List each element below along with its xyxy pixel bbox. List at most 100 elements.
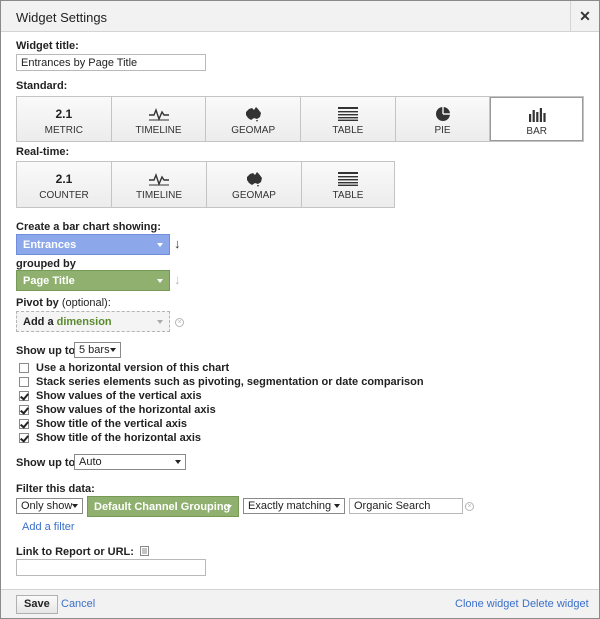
grouped-by-label: grouped by: [16, 258, 76, 270]
table-icon: [337, 107, 358, 121]
dimension-word: dimension: [56, 316, 112, 328]
standard-bar-button[interactable]: BAR: [490, 97, 584, 141]
bar-chart-showing-label: Create a bar chart showing:: [16, 221, 161, 233]
close-icon: ✕: [579, 8, 591, 24]
chevron-down-icon: [72, 504, 78, 508]
table-icon: [338, 172, 358, 186]
realtime-label: Real-time:: [16, 146, 70, 158]
option-label: Stack series elements such as pivoting, …: [36, 376, 424, 388]
clear-filter-icon[interactable]: ×: [465, 502, 474, 511]
widget-title-label: Widget title:: [16, 40, 79, 52]
option-vertical-axis-title[interactable]: Show title of the vertical axis: [19, 417, 187, 431]
option-stack-series[interactable]: Stack series elements such as pivoting, …: [19, 375, 424, 389]
chevron-down-icon: [157, 320, 163, 324]
option-vertical-axis-values[interactable]: Show values of the vertical axis: [19, 389, 202, 403]
checkbox[interactable]: [19, 405, 29, 415]
standard-visualization-group: 2.1 METRIC TIMELINE GEOMAP TABLE PIE BAR: [16, 96, 584, 142]
button-label: GEOMAP: [232, 190, 276, 201]
add-filter-link[interactable]: Add a filter: [22, 521, 75, 533]
realtime-table-button[interactable]: TABLE: [302, 162, 394, 207]
timeline-icon: [148, 107, 169, 121]
option-horizontal-chart[interactable]: Use a horizontal version of this chart: [19, 361, 229, 375]
optional-hint: (optional):: [61, 297, 111, 309]
chevron-down-icon: [226, 505, 232, 509]
filter-match-value: Exactly matching: [248, 500, 332, 512]
chevron-down-icon: [110, 348, 116, 352]
geomap-icon: [247, 172, 262, 187]
pivot-by-label: Pivot by (optional):: [16, 297, 111, 309]
metric-value: Entrances: [23, 239, 77, 251]
metric-selector[interactable]: Entrances: [16, 234, 170, 255]
option-label: Show title of the horizontal axis: [36, 432, 202, 444]
filter-dimension-value: Default Channel Grouping: [94, 501, 231, 513]
cancel-link[interactable]: Cancel: [61, 598, 95, 610]
checkbox[interactable]: [19, 377, 29, 387]
filter-mode-value: Only show: [21, 500, 73, 512]
sort-arrow-icon[interactable]: ↓: [174, 272, 181, 287]
dialog-titlebar: Widget Settings ✕: [1, 1, 599, 32]
widget-settings-dialog: Widget Settings ✕ Widget title: Standard…: [0, 0, 600, 619]
option-horizontal-axis-title[interactable]: Show title of the horizontal axis: [19, 431, 201, 445]
button-label: METRIC: [44, 125, 83, 136]
dialog-footer: Save Cancel Clone widget Delete widget: [1, 589, 599, 618]
option-horizontal-axis-values[interactable]: Show values of the horizontal axis: [19, 403, 216, 417]
option-label: Show title of the vertical axis: [36, 418, 187, 430]
axis-limit-select[interactable]: Auto: [74, 454, 186, 470]
show-up-to-auto-label: Show up to: [16, 457, 76, 469]
button-label: COUNTER: [39, 190, 89, 201]
add-prefix: Add a: [23, 316, 54, 328]
chevron-down-icon: [175, 460, 181, 464]
bar-count-select[interactable]: 5 bars: [74, 342, 121, 358]
standard-metric-button[interactable]: 2.1 METRIC: [17, 97, 112, 141]
show-up-to-label: Show up to: [16, 345, 76, 357]
link-url-input[interactable]: [16, 559, 206, 576]
filter-dimension-selector[interactable]: Default Channel Grouping: [87, 496, 239, 517]
pie-icon: [435, 107, 450, 121]
bar-count-value: 5 bars: [79, 344, 110, 356]
report-list-icon: [140, 546, 149, 556]
button-label: GEOMAP: [231, 125, 276, 136]
axis-limit-value: Auto: [79, 456, 102, 468]
add-pivot-dimension[interactable]: Add a dimension: [16, 311, 170, 332]
standard-timeline-button[interactable]: TIMELINE: [111, 97, 207, 141]
button-label: BAR: [526, 126, 547, 137]
link-to-report-label: Link to Report or URL:: [16, 546, 149, 558]
filter-mode-select[interactable]: Only show: [16, 498, 83, 514]
save-button[interactable]: Save: [16, 595, 58, 614]
standard-table-button[interactable]: TABLE: [301, 97, 396, 141]
filter-match-select[interactable]: Exactly matching: [243, 498, 345, 514]
sort-arrow-icon[interactable]: ↓: [174, 236, 181, 251]
chevron-down-icon: [157, 243, 163, 247]
checkbox[interactable]: [19, 433, 29, 443]
checkbox[interactable]: [19, 391, 29, 401]
button-label: TABLE: [332, 125, 364, 136]
button-label: TIMELINE: [135, 190, 183, 201]
realtime-counter-button[interactable]: 2.1 COUNTER: [17, 162, 112, 207]
realtime-geomap-button[interactable]: GEOMAP: [207, 162, 302, 207]
clear-pivot-icon[interactable]: ×: [175, 318, 184, 327]
close-button[interactable]: ✕: [570, 1, 599, 32]
counter-icon: 2.1: [55, 172, 73, 186]
dialog-title: Widget Settings: [16, 10, 108, 25]
realtime-visualization-group: 2.1 COUNTER TIMELINE GEOMAP TABLE: [16, 161, 395, 208]
realtime-timeline-button[interactable]: TIMELINE: [112, 162, 207, 207]
clone-widget-link[interactable]: Clone widget: [455, 598, 519, 610]
dimension-selector[interactable]: Page Title: [16, 270, 170, 291]
chevron-down-icon: [157, 279, 163, 283]
timeline-icon: [149, 172, 169, 186]
standard-geomap-button[interactable]: GEOMAP: [206, 97, 302, 141]
filter-label: Filter this data:: [16, 483, 95, 495]
geomap-icon: [246, 107, 262, 122]
chevron-down-icon: [334, 504, 340, 508]
option-label: Use a horizontal version of this chart: [36, 362, 230, 374]
button-label: TABLE: [332, 190, 364, 201]
metric-icon: 2.1: [55, 107, 73, 121]
filter-value-input[interactable]: [349, 498, 463, 514]
dimension-value: Page Title: [23, 275, 75, 287]
standard-pie-button[interactable]: PIE: [395, 97, 491, 141]
button-label: PIE: [434, 125, 451, 136]
checkbox[interactable]: [19, 363, 29, 373]
widget-title-input[interactable]: [16, 54, 206, 71]
delete-widget-link[interactable]: Delete widget: [522, 598, 589, 610]
checkbox[interactable]: [19, 419, 29, 429]
